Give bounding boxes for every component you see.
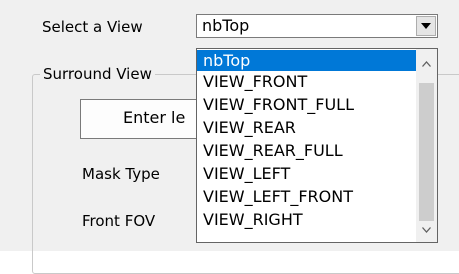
combo-dropdown-button[interactable] (416, 16, 436, 36)
view-combobox[interactable]: nbTop (196, 14, 438, 38)
chevron-down-icon (421, 23, 431, 29)
view-options-list: nbTop VIEW_FRONT VIEW_FRONT_FULL VIEW_RE… (197, 49, 416, 242)
view-dropdown-list[interactable]: nbTop VIEW_FRONT VIEW_FRONT_FULL VIEW_RE… (196, 48, 438, 243)
scroll-down-button[interactable] (416, 221, 437, 238)
scroll-up-button[interactable] (416, 55, 437, 72)
list-item-view-rear[interactable]: VIEW_REAR (197, 117, 416, 138)
enter-button-label: Enter le (123, 108, 186, 127)
chevron-up-icon (422, 60, 431, 67)
list-item-nbtop[interactable]: nbTop (197, 50, 416, 71)
list-item-view-left-front[interactable]: VIEW_LEFT_FRONT (197, 186, 416, 207)
dropdown-scrollbar[interactable] (416, 49, 437, 242)
front-fov-label: Front FOV (82, 212, 156, 230)
dialog-panel: Select a View nbTop Surround View Enter … (0, 0, 459, 274)
scrollbar-thumb[interactable] (419, 83, 434, 221)
list-item-view-front-full[interactable]: VIEW_FRONT_FULL (197, 94, 416, 115)
list-item-view-left[interactable]: VIEW_LEFT (197, 163, 416, 184)
surround-view-title: Surround View (40, 64, 155, 84)
list-item-view-front[interactable]: VIEW_FRONT (197, 71, 416, 92)
list-item-view-rear-full[interactable]: VIEW_REAR_FULL (197, 140, 416, 161)
mask-type-label: Mask Type (82, 165, 160, 183)
list-item-view-right[interactable]: VIEW_RIGHT (197, 209, 416, 230)
chevron-down-icon (422, 226, 431, 233)
select-view-label: Select a View (42, 18, 143, 36)
view-combobox-value: nbTop (202, 16, 250, 35)
